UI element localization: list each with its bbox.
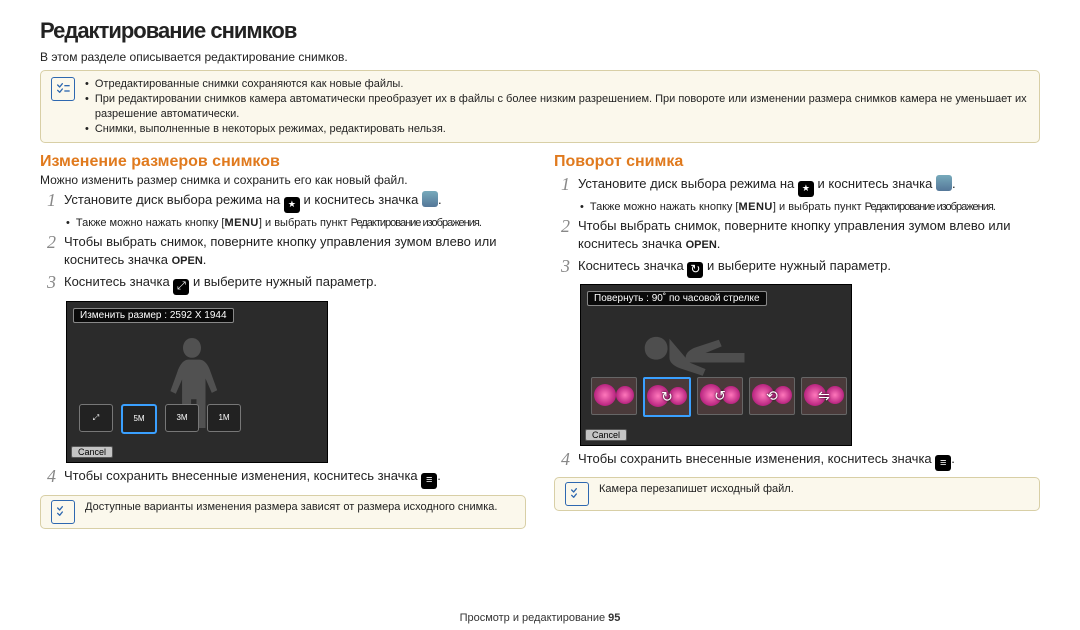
left-step-3: 3 Коснитесь значка и выберите нужный пар…: [40, 273, 526, 295]
rotate-thumb[interactable]: ↺: [697, 377, 743, 415]
right-step-1-sub: Также можно нажать кнопку [MENU] и выбра…: [580, 201, 1040, 213]
info-icon: [51, 500, 75, 524]
right-step-3: 3 Коснитесь значка и выберите нужный пар…: [554, 257, 1040, 277]
cancel-button[interactable]: Cancel: [71, 446, 113, 458]
cancel-button[interactable]: Cancel: [585, 429, 627, 441]
rotate-caption: Повернуть : 90˚ по часовой стрелке: [587, 291, 767, 306]
left-subtext: Можно изменить размер снимка и сохранить…: [40, 173, 526, 187]
left-note-text: Доступные варианты изменения размера зав…: [85, 500, 497, 515]
rotate-ccw-icon: ↺: [714, 387, 726, 404]
rotate-cw-icon: ↻: [661, 388, 673, 405]
info-icon: [51, 77, 75, 101]
resize-options-row: ⤢ 5M 3M 1M: [79, 404, 241, 434]
edit-icon: [422, 191, 438, 207]
save-icon: [935, 455, 951, 471]
left-heading: Изменение размеров снимков: [40, 153, 526, 171]
info-line-1: Отредактированные снимки сохраняются как…: [85, 77, 1029, 92]
info-icon: [565, 482, 589, 506]
intro-text: В этом разделе описывается редактировани…: [40, 50, 1040, 64]
flip-h-icon: ⇋: [818, 387, 830, 404]
silhouette-figure-rotated: [621, 315, 811, 385]
right-note-box: Камера перезапишет исходный файл.: [554, 477, 1040, 511]
save-icon: [421, 473, 437, 489]
menu-key-text: MENU: [738, 201, 772, 213]
mode-dial-icon: [284, 197, 300, 213]
left-column: Изменение размеров снимков Можно изменит…: [40, 153, 526, 528]
rotate-icon: [687, 262, 703, 278]
menu-key-text: MENU: [224, 217, 258, 229]
right-step-1: 1 Установите диск выбора режима на и кос…: [554, 175, 1040, 196]
page-footer: Просмотр и редактирование 95: [0, 612, 1080, 624]
left-step-4: 4 Чтобы сохранить внесенные изменения, к…: [40, 467, 526, 489]
resize-option[interactable]: 1M: [207, 404, 241, 432]
resize-option[interactable]: 3M: [165, 404, 199, 432]
mode-dial-icon: [798, 181, 814, 197]
rotate-180-icon: ⟲: [766, 387, 778, 404]
rotate-preview-screen: Повернуть : 90˚ по часовой стрелке ↻ ↺ ⟲…: [580, 284, 852, 446]
left-step-1-sub: Также можно нажать кнопку [MENU] и выбра…: [66, 217, 526, 229]
left-note-box: Доступные варианты изменения размера зав…: [40, 495, 526, 529]
right-note-text: Камера перезапишет исходный файл.: [599, 482, 794, 497]
resize-icon: [173, 279, 189, 295]
rotate-thumb[interactable]: ⟲: [749, 377, 795, 415]
resize-caption: Изменить размер : 2592 X 1944: [73, 308, 234, 323]
left-step-2: 2 Чтобы выбрать снимок, поверните кнопку…: [40, 233, 526, 270]
left-step-1: 1 Установите диск выбора режима на и кос…: [40, 191, 526, 212]
rotate-thumbnails: ↻ ↺ ⟲ ⇋: [591, 377, 847, 417]
right-column: Поворот снимка 1 Установите диск выбора …: [554, 153, 1040, 528]
edit-icon: [936, 175, 952, 191]
right-step-4: 4 Чтобы сохранить внесенные изменения, к…: [554, 450, 1040, 472]
open-key-text: OPEN: [172, 255, 203, 267]
resize-option[interactable]: 5M: [121, 404, 157, 434]
page-title: Редактирование снимков: [40, 18, 1040, 44]
info-line-3: Снимки, выполненные в некоторых режимах,…: [85, 122, 1029, 137]
resize-option[interactable]: ⤢: [79, 404, 113, 432]
right-step-2: 2 Чтобы выбрать снимок, поверните кнопку…: [554, 217, 1040, 254]
rotate-thumb[interactable]: [591, 377, 637, 415]
open-key-text: OPEN: [686, 239, 717, 251]
right-heading: Поворот снимка: [554, 153, 1040, 171]
resize-preview-screen: Изменить размер : 2592 X 1944 ⤢ 5M 3M 1M…: [66, 301, 328, 463]
top-info-box: Отредактированные снимки сохраняются как…: [40, 70, 1040, 143]
rotate-thumb[interactable]: ⇋: [801, 377, 847, 415]
info-line-2: При редактировании снимков камера автома…: [85, 92, 1029, 122]
rotate-thumb[interactable]: ↻: [643, 377, 691, 417]
